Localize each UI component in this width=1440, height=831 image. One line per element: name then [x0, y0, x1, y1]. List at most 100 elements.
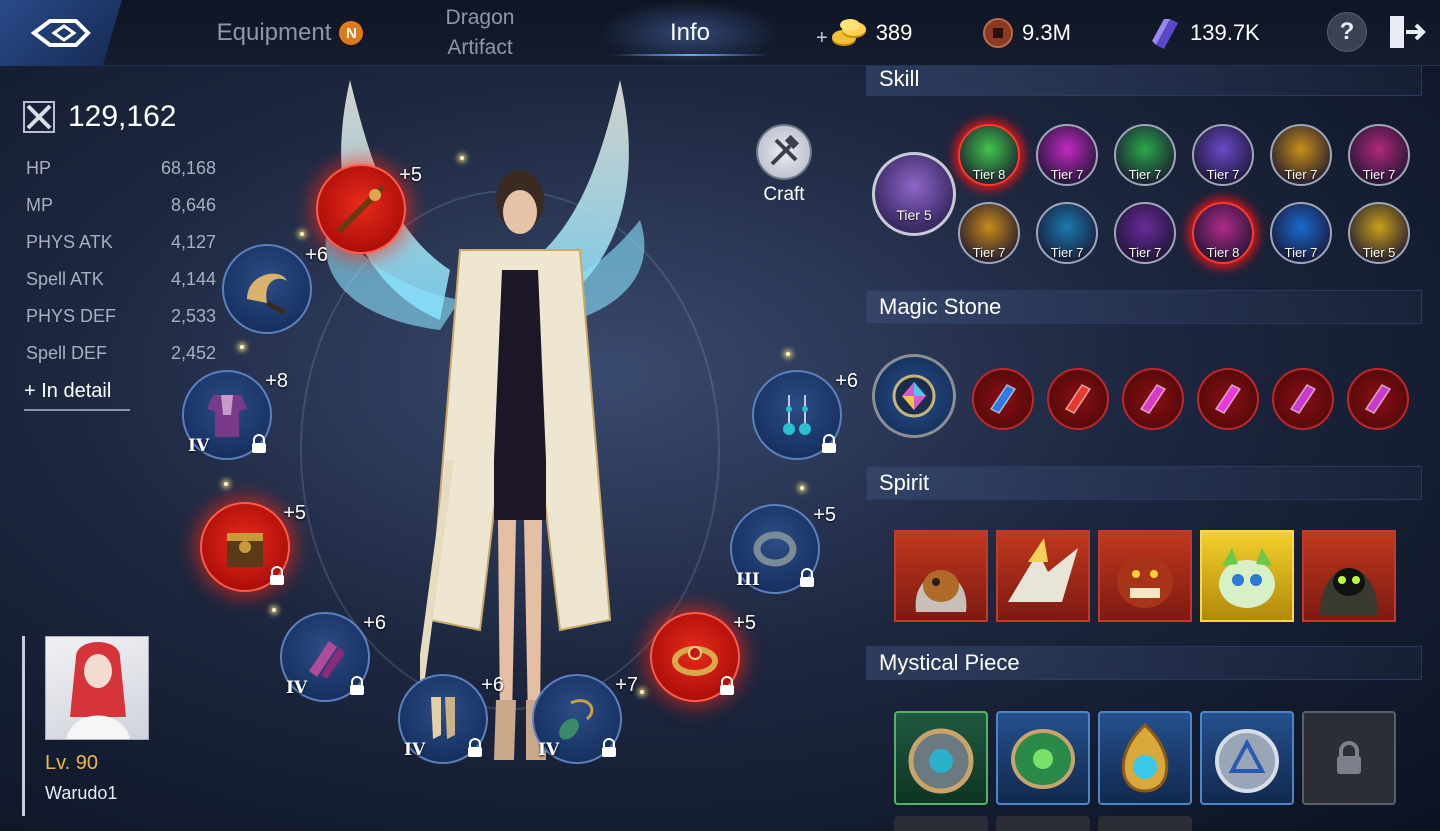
hooded-ghost-icon [1320, 568, 1378, 616]
tier-label: Tier 5 [896, 207, 932, 223]
magic-stone-slot-3[interactable] [1122, 368, 1184, 430]
back-icon [30, 19, 91, 47]
skill-icon-9[interactable]: Tier 7 [1114, 202, 1176, 264]
magic-stone-slot-5[interactable] [1272, 368, 1334, 430]
stat-value: 4,127 [170, 232, 216, 252]
enhance-level: +6 [481, 674, 504, 696]
equip-slot-ring-ruby[interactable]: +5 [650, 612, 756, 702]
craft-hammer-icon [756, 124, 812, 180]
combat-power-value: 129,162 [68, 100, 177, 133]
mystical-piece-slot-4[interactable] [1200, 711, 1294, 805]
craft-button[interactable]: Craft [752, 124, 816, 206]
equip-slot-armor[interactable]: +8 IV [182, 370, 288, 460]
bronze-medallion-icon [908, 728, 974, 794]
add-gold-icon[interactable]: + [816, 27, 828, 50]
character-card[interactable]: Lv. 90 Warudo1 [22, 636, 162, 816]
stat-row-spell-def: Spell DEF 2,452 [26, 335, 216, 372]
tab-dragon-artifact[interactable]: Dragon Artifact [420, 0, 540, 66]
jade-medallion-icon [1011, 729, 1075, 789]
magic-stone-slot-2[interactable] [1047, 368, 1109, 430]
magic-stone-title: Magic Stone [879, 294, 1002, 319]
stat-row-phys-atk: PHYS ATK 4,127 [26, 224, 216, 261]
spirit-slot-5[interactable] [1302, 530, 1396, 622]
skill-icon-7[interactable]: Tier 7 [958, 202, 1020, 264]
equip-slot-earrings[interactable]: +6 [752, 370, 858, 460]
stats-list: HP 68,168 MP 8,646 PHYS ATK 4,127 Spell … [26, 150, 216, 372]
skill-icon-12[interactable]: Tier 5 [1348, 202, 1410, 264]
ruby-ring-icon [672, 646, 718, 676]
skill-icon-3[interactable]: Tier 7 [1114, 124, 1176, 186]
tier-label: Tier 7 [1128, 167, 1162, 182]
skill-icon-4[interactable]: Tier 7 [1192, 124, 1254, 186]
skill-icon-5[interactable]: Tier 7 [1270, 124, 1332, 186]
help-button[interactable]: ? [1327, 12, 1367, 52]
enhance-level: +6 [363, 612, 386, 634]
staff-icon [336, 184, 386, 234]
grade-numeral: IV [538, 740, 560, 760]
gem-currency[interactable]: 139.7K [1150, 0, 1260, 66]
skill-icon-2[interactable]: Tier 7 [1036, 124, 1098, 186]
gold-amount: 389 [875, 20, 913, 45]
enhance-level: +5 [813, 504, 836, 526]
mystical-piece-slot-8[interactable] [1098, 816, 1192, 831]
magic-stone-main-slot[interactable] [872, 354, 956, 438]
tab-dragon-label-1: Dragon [445, 6, 515, 29]
tab-equipment[interactable]: Equipment N [200, 0, 380, 66]
equip-slot-staff[interactable]: +5 [316, 164, 422, 254]
enhance-level: +5 [399, 164, 422, 186]
skill-icon-10[interactable]: Tier 8 [1192, 202, 1254, 264]
stat-value: 8,646 [170, 195, 216, 215]
tab-info[interactable]: Info [600, 0, 780, 66]
equip-slot-necklace[interactable]: +7 IV [532, 674, 638, 764]
lock-icon [800, 568, 814, 587]
spirit-slot-2[interactable] [996, 530, 1090, 622]
spirit-slot-1[interactable] [894, 530, 988, 622]
character-portrait [45, 636, 149, 740]
equip-slot-belt[interactable]: +5 [200, 502, 306, 592]
equip-slot-ring[interactable]: +5 III [730, 504, 836, 594]
magic-stone-slot-4[interactable] [1197, 368, 1259, 430]
in-detail-link[interactable]: + In detail [24, 380, 130, 411]
spirit-slot-4[interactable] [1200, 530, 1294, 622]
enhance-level: +5 [733, 612, 756, 634]
equip-slot-gloves[interactable]: +6 IV [280, 612, 386, 702]
sparkle-dot [460, 156, 464, 160]
sparkle-dot [240, 345, 244, 349]
magic-stone-slot-1[interactable] [972, 368, 1034, 430]
mystical-piece-slot-7[interactable] [996, 816, 1090, 831]
equip-slot-boots[interactable]: +6 IV [398, 674, 504, 764]
mystical-piece-slot-3[interactable] [1098, 711, 1192, 805]
crystal-shard-icon [1064, 384, 1092, 414]
skill-header: Skill [866, 66, 1422, 96]
mystical-piece-slot-locked[interactable] [1302, 711, 1396, 805]
skill-icon-6[interactable]: Tier 7 [1348, 124, 1410, 186]
sparkle-dot [800, 486, 804, 490]
mystical-piece-slot-1[interactable] [894, 711, 988, 805]
character-level: Lv. 90 [45, 752, 98, 774]
back-button[interactable] [0, 0, 122, 66]
horn-icon [247, 273, 287, 316]
skill-main-slot[interactable]: Tier 5 [872, 152, 956, 236]
crystal-icon [1152, 19, 1178, 49]
lock-icon [252, 434, 266, 453]
mystical-piece-slot-6[interactable] [894, 816, 988, 831]
spirit-slot-3[interactable] [1098, 530, 1192, 622]
coin-currency[interactable]: 9.3M [982, 0, 1071, 66]
tier-label: Tier 7 [1206, 167, 1240, 182]
exit-icon[interactable] [1386, 12, 1426, 52]
sparkle-dot [300, 232, 304, 236]
mystical-piece-slot-2[interactable] [996, 711, 1090, 805]
magic-stone-slot-6[interactable] [1347, 368, 1409, 430]
gold-teardrop-icon [1121, 722, 1169, 793]
earrings-icon [783, 395, 811, 435]
white-beast-icon [1008, 538, 1078, 602]
skill-icon-8[interactable]: Tier 7 [1036, 202, 1098, 264]
stat-row-phys-def: PHYS DEF 2,533 [26, 298, 216, 335]
equip-slot-horn[interactable]: +6 [222, 244, 328, 334]
gold-currency[interactable]: + 389 [816, 0, 912, 66]
skill-icon-11[interactable]: Tier 7 [1270, 202, 1332, 264]
skill-icon-1[interactable]: Tier 8 [958, 124, 1020, 186]
stat-value: 2,533 [170, 306, 216, 326]
stat-row-spell-atk: Spell ATK 4,144 [26, 261, 216, 298]
tab-dragon-label-2: Artifact [447, 36, 513, 59]
